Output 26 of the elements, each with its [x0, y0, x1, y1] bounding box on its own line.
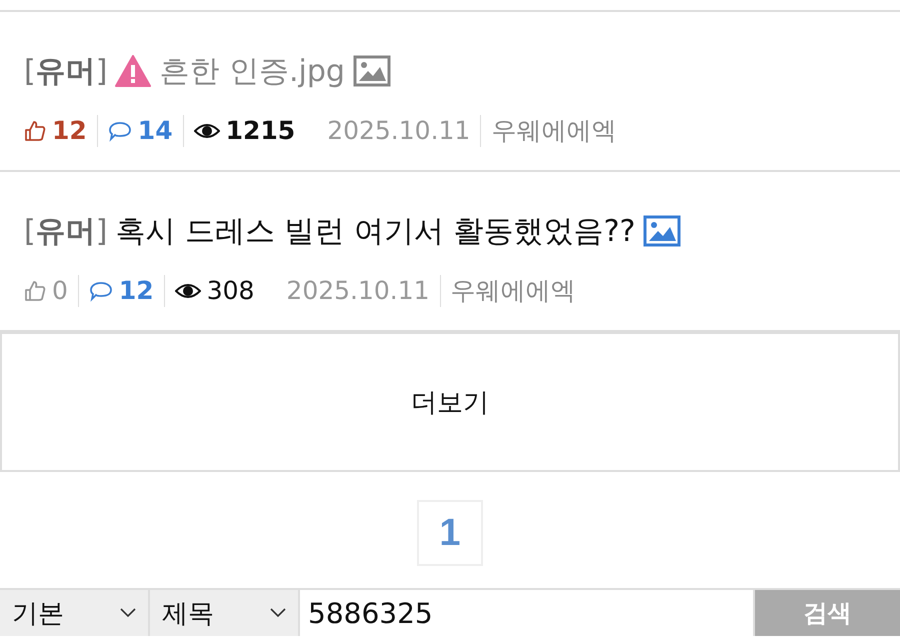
like-count: 12: [52, 116, 87, 145]
thumbs-up-icon: [24, 280, 46, 302]
field-select[interactable]: 제목: [150, 590, 298, 636]
category-label: [유머]: [24, 212, 108, 250]
more-button[interactable]: 더보기: [0, 332, 900, 472]
view-count: 308: [206, 276, 254, 305]
comment-count: 14: [138, 116, 173, 145]
chevron-down-icon: [120, 608, 136, 618]
search-field[interactable]: 5886325: [300, 590, 753, 636]
post-date: 2025.10.11: [327, 116, 470, 145]
view-count: 1215: [226, 116, 296, 145]
author-name[interactable]: 우웨에에엑: [450, 274, 576, 307]
like-count: 0: [52, 276, 68, 305]
post-title[interactable]: 흔한 인증.jpg: [159, 50, 345, 92]
scope-select[interactable]: 기본: [0, 590, 148, 636]
category-label: [유머]: [24, 52, 108, 90]
author-name[interactable]: 우웨에에엑: [491, 114, 616, 147]
comment-count: 12: [118, 276, 154, 305]
post-title[interactable]: 혹시 드레스 빌런 여기서 활동했었음??: [115, 210, 636, 252]
eye-icon: [194, 122, 220, 140]
eye-icon: [174, 282, 201, 300]
post-date: 2025.10.11: [286, 276, 430, 305]
comment-icon: [108, 120, 132, 142]
thumbs-up-icon: [24, 120, 46, 142]
chevron-down-icon: [270, 608, 286, 618]
comment-icon: [88, 280, 113, 302]
